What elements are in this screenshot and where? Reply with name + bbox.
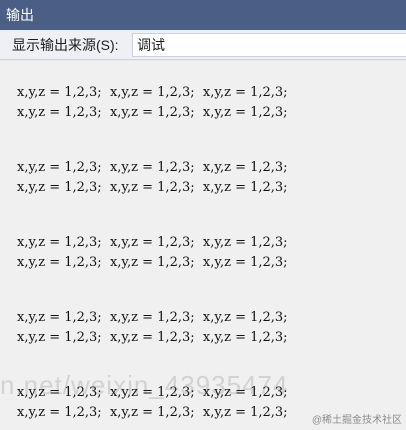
output-source-value: 调试 bbox=[137, 37, 165, 53]
output-line: x,y,z = 1,2,3; x,y,z = 1,2,3; x,y,z = 1,… bbox=[17, 405, 288, 420]
output-source-label: 显示输出来源(S): bbox=[12, 37, 119, 53]
output-line: x,y,z = 1,2,3; x,y,z = 1,2,3; x,y,z = 1,… bbox=[17, 235, 288, 250]
output-text-area[interactable]: x,y,z = 1,2,3; x,y,z = 1,2,3; x,y,z = 1,… bbox=[0, 61, 406, 430]
output-line: x,y,z = 1,2,3; x,y,z = 1,2,3; x,y,z = 1,… bbox=[17, 330, 288, 345]
output-line: x,y,z = 1,2,3; x,y,z = 1,2,3; x,y,z = 1,… bbox=[17, 85, 288, 100]
watermark-text: n.net/weixin_43935474 bbox=[0, 370, 289, 400]
output-line: x,y,z = 1,2,3; x,y,z = 1,2,3; x,y,z = 1,… bbox=[17, 160, 288, 175]
window-title: 输出 bbox=[6, 7, 34, 23]
watermark-badge: @稀土掘金技术社区 bbox=[311, 415, 402, 426]
output-window: 输出 显示输出来源(S): 调试 x,y,z = 1,2,3; x,y,z = … bbox=[0, 0, 406, 430]
output-source-dropdown[interactable]: 调试 bbox=[132, 33, 406, 57]
output-line: x,y,z = 1,2,3; x,y,z = 1,2,3; x,y,z = 1,… bbox=[17, 310, 288, 325]
title-bar: 输出 bbox=[0, 0, 406, 30]
output-line: x,y,z = 1,2,3; x,y,z = 1,2,3; x,y,z = 1,… bbox=[17, 255, 288, 270]
output-toolbar: 显示输出来源(S): 调试 bbox=[0, 30, 406, 60]
output-line: x,y,z = 1,2,3; x,y,z = 1,2,3; x,y,z = 1,… bbox=[17, 105, 288, 120]
output-line: x,y,z = 1,2,3; x,y,z = 1,2,3; x,y,z = 1,… bbox=[17, 180, 288, 195]
